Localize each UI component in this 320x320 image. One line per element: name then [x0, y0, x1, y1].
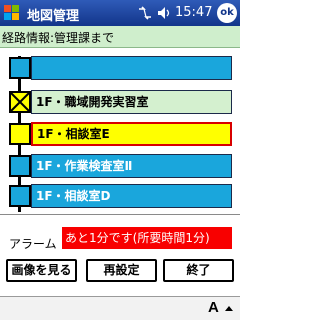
route-node-passed-icon — [9, 91, 31, 113]
clock[interactable]: 15:47 — [175, 5, 212, 20]
alarm-panel: アラーム あと1分です(所要時間1分) 画像を見る 再設定 終了 — [0, 214, 240, 286]
view-image-button[interactable]: 画像を見る — [6, 259, 77, 282]
input-method-arrow-icon[interactable] — [225, 306, 233, 311]
alarm-value: あと1分です(所要時間1分) — [62, 227, 232, 249]
connectivity-icon[interactable] — [137, 6, 153, 20]
route-node-icon — [9, 155, 31, 177]
route-row[interactable]: 1F・相談室D — [31, 184, 232, 208]
route-node-icon — [9, 57, 31, 79]
end-button[interactable]: 終了 — [163, 259, 234, 282]
route-row[interactable] — [31, 56, 232, 80]
reset-button[interactable]: 再設定 — [86, 259, 157, 282]
route-row[interactable]: 1F・作業検査室Ⅱ — [31, 154, 232, 178]
ok-button[interactable]: ok — [217, 3, 237, 23]
route-header: 経路情報:管理課まで — [0, 26, 240, 48]
route-node-icon — [9, 185, 31, 207]
menu-bar: A — [0, 296, 240, 320]
volume-icon[interactable] — [157, 6, 171, 20]
alarm-label: アラーム — [9, 237, 57, 251]
route-header-label: 経路情報:管理課まで — [2, 31, 115, 45]
input-method-icon[interactable]: A — [208, 299, 219, 316]
route-row-current[interactable]: 1F・相談室E — [31, 122, 232, 146]
route-row[interactable]: 1F・職域開発実習室 — [31, 90, 232, 114]
route-node-current-icon — [9, 123, 31, 145]
windows-start-icon[interactable] — [3, 4, 21, 22]
app-title: 地図管理 — [27, 9, 80, 24]
title-bar: 地図管理 15:47 ok — [0, 0, 240, 26]
route-list: 1F・職域開発実習室 1F・相談室E 1F・作業検査室Ⅱ 1F・相談室D — [0, 48, 240, 212]
